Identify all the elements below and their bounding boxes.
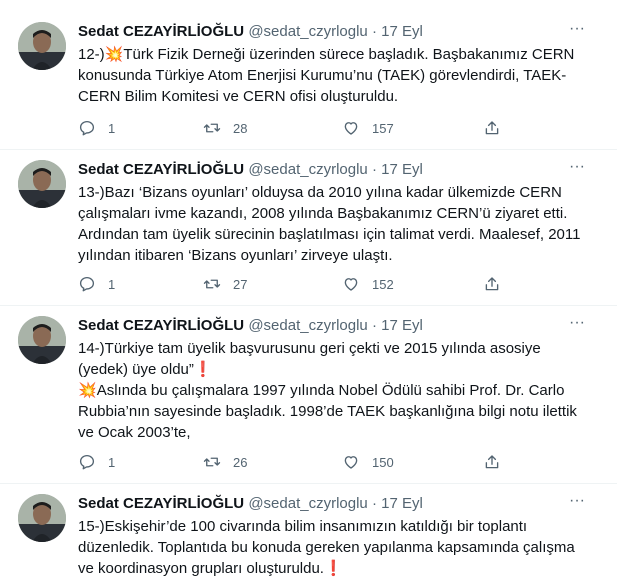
tweet-header: Sedat CEZAYİRLİOĞLU @sedat_czyrloglu · 1…	[78, 316, 577, 336]
share-button[interactable]	[483, 274, 501, 294]
author-name[interactable]: Sedat CEZAYİRLİOĞLU	[78, 317, 244, 334]
more-options-icon[interactable]: ···	[567, 159, 587, 180]
share-icon	[485, 455, 499, 469]
more-options-icon[interactable]: ···	[567, 315, 587, 336]
tweet-date[interactable]: 17 Eyl	[381, 161, 423, 178]
share-button[interactable]	[483, 118, 501, 138]
retweet-count: 26	[233, 454, 248, 470]
avatar-photo	[18, 316, 66, 364]
tweet-actions: 1 26 150	[78, 452, 518, 472]
reply-icon	[79, 120, 95, 136]
avatar-photo	[18, 494, 66, 542]
tweet-text: 13-)Bazı ‘Bizans oyunları’ olduysa da 20…	[78, 182, 588, 266]
reply-icon	[79, 276, 95, 292]
avatar-photo	[18, 160, 66, 208]
retweet-count: 27	[233, 276, 248, 292]
reply-count: 1	[108, 120, 116, 136]
retweet-button[interactable]: 28	[203, 118, 247, 138]
reply-button[interactable]: 1	[78, 118, 115, 138]
tweet-text-content: 14-)Türkiye tam üyelik başvurusunu geri …	[78, 340, 541, 378]
tweet-date[interactable]: 17 Eyl	[381, 317, 423, 334]
exclamation-emoji: ❗	[193, 361, 213, 378]
author-handle[interactable]: @sedat_czyrloglu	[248, 161, 367, 178]
retweet-button[interactable]: 26	[203, 452, 247, 472]
tweet-15[interactable]: Sedat CEZAYİRLİOĞLU @sedat_czyrloglu · 1…	[0, 484, 617, 584]
tweet-text: 15-)Eskişehir’de 100 civarında bilim ins…	[78, 516, 588, 579]
more-options-icon[interactable]: ···	[567, 493, 587, 514]
share-icon	[485, 121, 499, 135]
heart-icon	[344, 278, 358, 291]
retweet-button[interactable]: 27	[203, 274, 247, 294]
tweet-text-content: Aslında bu çalışmalara 1997 yılında Nobe…	[78, 382, 577, 441]
separator-dot: ·	[371, 23, 377, 40]
tweet-actions: 1 28 157	[78, 118, 518, 138]
separator-dot: ·	[371, 161, 377, 178]
avatar[interactable]	[18, 494, 66, 542]
author-handle[interactable]: @sedat_czyrloglu	[248, 317, 367, 334]
tweet-text-content: 13-)Bazı ‘Bizans oyunları’ olduysa da 20…	[78, 184, 581, 264]
tweet-text: 12-)💥Türk Fizik Derneği üzerinden sürece…	[78, 44, 588, 107]
tweet-12[interactable]: Sedat CEZAYİRLİOĞLU @sedat_czyrloglu · 1…	[0, 0, 617, 150]
heart-icon	[344, 122, 358, 135]
like-count: 157	[372, 120, 394, 136]
tweet-13[interactable]: Sedat CEZAYİRLİOĞLU @sedat_czyrloglu · 1…	[0, 150, 617, 306]
tweet-text-prefix: 12-)	[78, 46, 105, 63]
tweet-date[interactable]: 17 Eyl	[381, 23, 423, 40]
share-button[interactable]	[483, 452, 501, 472]
author-handle[interactable]: @sedat_czyrloglu	[248, 495, 367, 512]
like-count: 150	[372, 454, 394, 470]
avatar[interactable]	[18, 160, 66, 208]
retweet-icon	[203, 123, 221, 133]
like-button[interactable]: 150	[342, 452, 394, 472]
retweet-count: 28	[233, 120, 248, 136]
separator-dot: ·	[371, 495, 377, 512]
reply-count: 1	[108, 454, 116, 470]
author-name[interactable]: Sedat CEZAYİRLİOĞLU	[78, 23, 244, 40]
like-count: 152	[372, 276, 394, 292]
like-button[interactable]: 152	[342, 274, 394, 294]
heart-icon	[344, 456, 358, 469]
tweet-header: Sedat CEZAYİRLİOĞLU @sedat_czyrloglu · 1…	[78, 160, 577, 180]
collision-emoji: 💥	[104, 46, 124, 63]
tweet-text: 14-)Türkiye tam üyelik başvurusunu geri …	[78, 338, 588, 443]
tweet-14[interactable]: Sedat CEZAYİRLİOĞLU @sedat_czyrloglu · 1…	[0, 306, 617, 484]
reply-button[interactable]: 1	[78, 274, 115, 294]
separator-dot: ·	[371, 317, 377, 334]
reply-button[interactable]: 1	[78, 452, 115, 472]
tweet-text-content: Türk Fizik Derneği üzerinden sürece başl…	[78, 46, 575, 105]
share-icon	[485, 277, 499, 291]
tweet-date[interactable]: 17 Eyl	[381, 495, 423, 512]
retweet-icon	[203, 457, 221, 467]
reply-icon	[79, 454, 95, 470]
avatar-photo	[18, 22, 66, 70]
tweet-header: Sedat CEZAYİRLİOĞLU @sedat_czyrloglu · 1…	[78, 22, 577, 42]
author-handle[interactable]: @sedat_czyrloglu	[248, 23, 367, 40]
retweet-icon	[203, 279, 221, 289]
tweet-actions: 1 27 152	[78, 274, 518, 294]
tweet-thread: Sedat CEZAYİRLİOĞLU @sedat_czyrloglu · 1…	[0, 0, 617, 584]
more-options-icon[interactable]: ···	[567, 21, 587, 42]
author-name[interactable]: Sedat CEZAYİRLİOĞLU	[78, 495, 244, 512]
like-button[interactable]: 157	[342, 118, 394, 138]
avatar[interactable]	[18, 22, 66, 70]
exclamation-emoji: ❗	[323, 560, 343, 577]
tweet-header: Sedat CEZAYİRLİOĞLU @sedat_czyrloglu · 1…	[78, 494, 577, 514]
avatar[interactable]	[18, 316, 66, 364]
collision-emoji: 💥	[78, 382, 97, 399]
reply-count: 1	[108, 276, 116, 292]
author-name[interactable]: Sedat CEZAYİRLİOĞLU	[78, 161, 244, 178]
